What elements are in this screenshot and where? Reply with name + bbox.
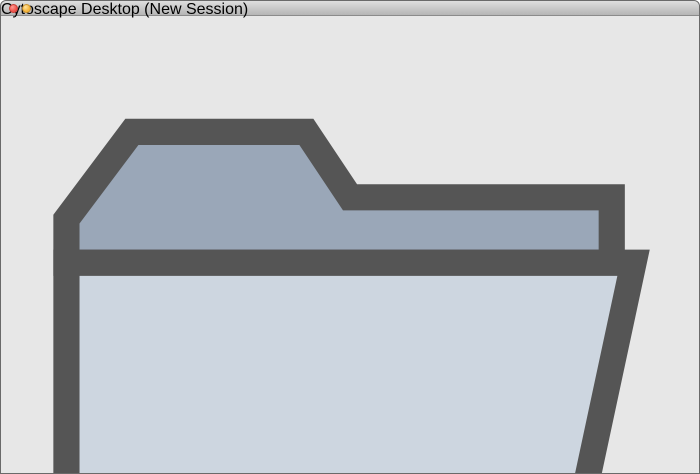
cytoscape-window: Cytoscape Desktop (New Session) (0, 0, 700, 474)
main-toolbar: Search: ▾ (1, 1, 699, 474)
close-button[interactable] (9, 4, 18, 13)
minimize-button[interactable] (22, 4, 31, 13)
window-titlebar: Cytoscape Desktop (New Session) (1, 1, 699, 16)
window-title: Cytoscape Desktop (New Session) (1, 1, 699, 19)
zoom-button[interactable] (1, 4, 10, 13)
